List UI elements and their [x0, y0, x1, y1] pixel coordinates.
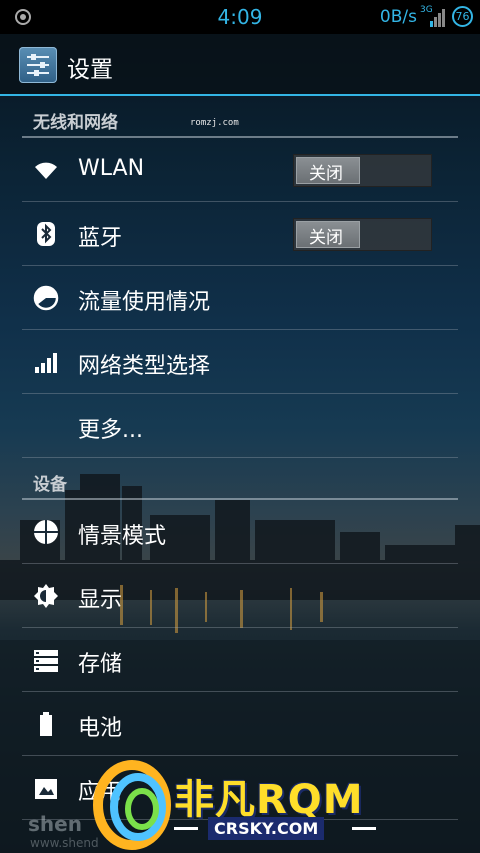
storage-icon [33, 647, 59, 673]
list-item-label: 情景模式 [78, 524, 167, 549]
brand-watermark: 非凡RQM CRSKY.COM [90, 755, 390, 853]
list-item-profiles[interactable]: 情景模式 [22, 500, 458, 564]
bluetooth-toggle[interactable]: 关闭 [293, 218, 432, 251]
swirl-logo-icon [93, 760, 171, 850]
profile-mode-icon [33, 519, 59, 545]
category-device: 设备 [22, 458, 458, 500]
signal-3g-icon: 3G [420, 5, 448, 28]
wlan-toggle[interactable]: 关闭 [293, 154, 432, 187]
status-bar: 4:09 0B/s 3G 76 [0, 0, 480, 34]
list-item-data-usage[interactable]: 流量使用情况 [22, 266, 458, 330]
battery-icon [33, 711, 59, 737]
page-title: 设置 [67, 57, 113, 83]
list-item-label: 电池 [78, 716, 123, 741]
brand-site: CRSKY.COM [208, 817, 325, 840]
list-item-label: 蓝牙 [78, 226, 123, 251]
category-wireless: 无线和网络 romzj.com [22, 96, 458, 138]
signal-bars-icon [33, 349, 59, 375]
brightness-icon [33, 583, 59, 609]
list-item-storage[interactable]: 存储 [22, 628, 458, 692]
category-label: 无线和网络 [33, 113, 118, 133]
network-speed: 0B/s [379, 7, 417, 27]
toggle-state: 关闭 [309, 164, 343, 184]
watermark-left-url: www.shend [30, 836, 99, 850]
list-item-label: 存储 [78, 652, 123, 677]
toggle-state: 关闭 [309, 228, 343, 248]
list-item-label: 更多... [78, 418, 143, 443]
bluetooth-icon [33, 221, 59, 247]
watermark-left: shen [28, 812, 82, 836]
list-item-bluetooth[interactable]: 蓝牙 关闭 [22, 202, 458, 266]
list-item-wlan[interactable]: WLAN 关闭 [22, 138, 458, 202]
overlay-watermark: romzj.com [190, 118, 239, 128]
settings-sliders-icon[interactable] [19, 47, 57, 83]
list-item-label: 流量使用情况 [78, 290, 211, 315]
list-item-label: 显示 [78, 588, 123, 613]
list-item-label: WLAN [78, 156, 145, 181]
list-item-battery[interactable]: 电池 [22, 692, 458, 756]
wifi-icon [33, 157, 59, 183]
category-label: 设备 [33, 475, 67, 495]
list-item-network-type[interactable]: 网络类型选择 [22, 330, 458, 394]
settings-list: 无线和网络 romzj.com WLAN 关闭 蓝牙 关闭 流量使用情况 网络类… [0, 96, 480, 820]
divider [174, 827, 198, 830]
divider [352, 827, 376, 830]
apps-icon [33, 775, 59, 801]
data-usage-icon [33, 285, 59, 311]
list-item-display[interactable]: 显示 [22, 564, 458, 628]
battery-level: 76 [452, 6, 473, 27]
list-item-more[interactable]: 更多... [22, 394, 458, 458]
action-bar: 设置 [0, 34, 480, 96]
list-item-label: 网络类型选择 [78, 354, 211, 379]
